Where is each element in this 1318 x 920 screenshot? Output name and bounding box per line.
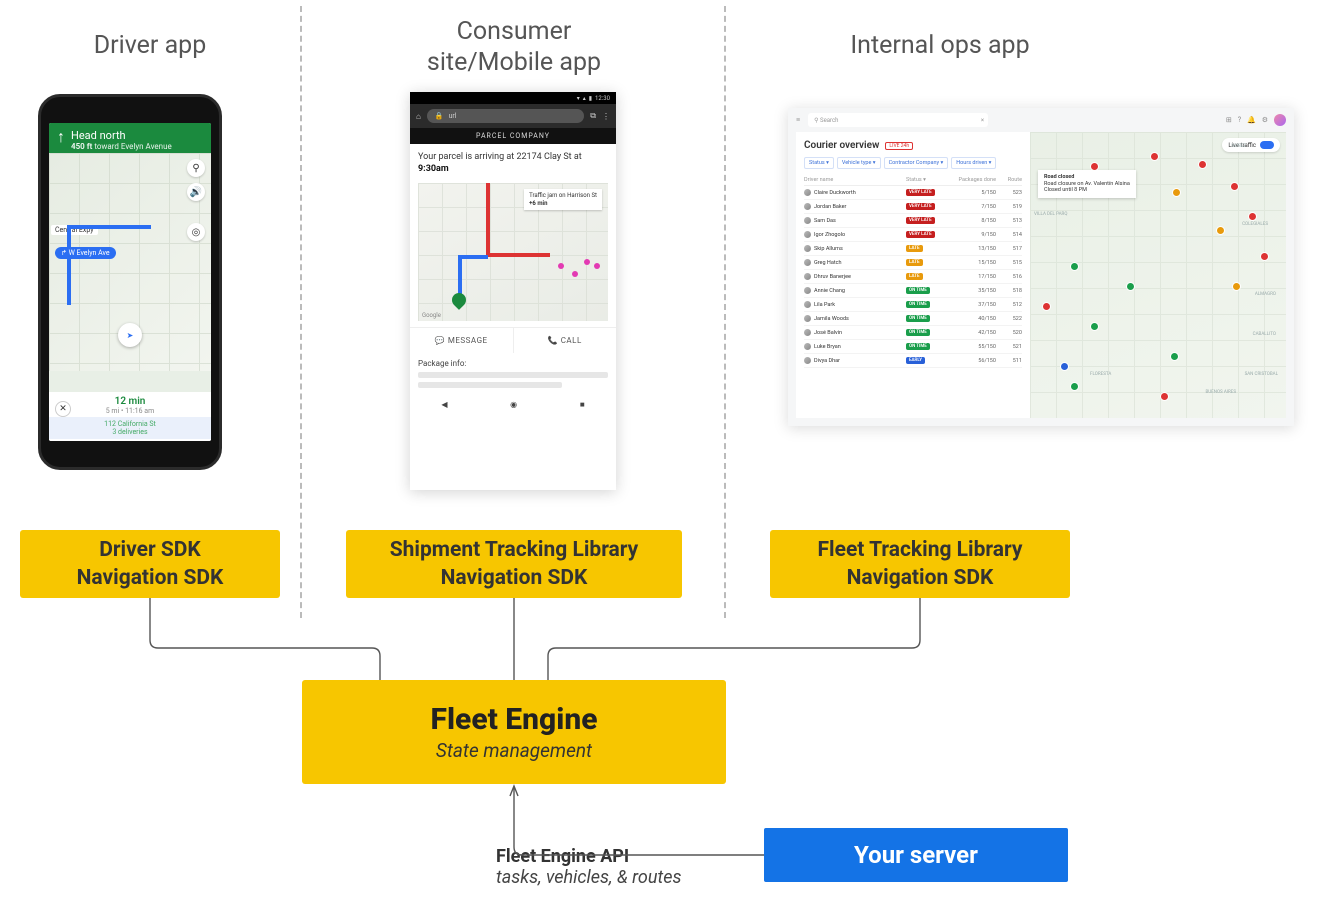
sound-icon[interactable]: 🔊 — [187, 183, 205, 201]
destination-pin-icon — [449, 290, 469, 310]
dest-line2: 3 deliveries — [49, 428, 211, 436]
url-field[interactable]: 🔒 url — [427, 109, 584, 123]
dest-line1: 112 California St — [49, 420, 211, 428]
message-button[interactable]: 💬 MESSAGE — [410, 328, 513, 353]
filter-chip[interactable]: Vehicle type ▾ — [837, 157, 881, 169]
table-row[interactable]: Annie ChangON TIME35/150518 — [804, 284, 1022, 298]
map-label: CABALLITO — [1253, 332, 1276, 337]
table-row[interactable]: Dhruv BanerjeeLATE17/150516 — [804, 270, 1022, 284]
search-input[interactable]: ⚲ Search × — [808, 113, 988, 127]
search-icon[interactable]: ⚲ — [187, 159, 205, 177]
map-label: NUÑEZ — [1231, 144, 1246, 149]
nav-recent-icon[interactable]: ■ — [580, 400, 585, 409]
call-icon: 📞 — [548, 336, 558, 345]
road-closed-tip: Road closed Road closure on Av. Valentín… — [1038, 170, 1136, 198]
driver-phone: ↑ Head north 450 ft toward Evelyn Avenue… — [38, 94, 222, 470]
map-label: COLEGIALES — [1242, 222, 1268, 227]
column-title-ops: Internal ops app — [800, 30, 1080, 61]
nav-street: toward Evelyn Avenue — [94, 142, 171, 151]
close-trip-button[interactable]: ✕ — [55, 401, 71, 417]
table-row[interactable]: Skip AllumsLATE13/150517 — [804, 242, 1022, 256]
consumer-sdk-box: Shipment Tracking LibraryNavigation SDK — [346, 530, 682, 598]
consumer-phone: ▾▴▮12:30 ⌂ 🔒 url ⧉ ⋮ PARCEL COMPANY Your… — [410, 92, 616, 490]
eta-time: 12 min — [49, 396, 211, 407]
status-bar: ▾▴▮12:30 — [410, 92, 616, 104]
filter-chip[interactable]: Hours driven ▾ — [951, 157, 996, 169]
traffic-tip: Traffic jam on Harrison St +6 min — [524, 189, 602, 209]
street-chip: ↱ W Evelyn Ave — [55, 247, 116, 259]
fleet-engine-box: Fleet Engine State management — [302, 680, 726, 784]
trip-summary: ✕ 12 min 5 mi • 11:16 am 112 California … — [49, 392, 211, 441]
arrival-notice: Your parcel is arriving at 22174 Clay St… — [410, 144, 616, 183]
driver-sdk-box: Driver SDKNavigation SDK — [20, 530, 280, 598]
help-icon[interactable]: ? — [1238, 116, 1241, 124]
column-title-consumer: Consumer site/Mobile app — [414, 16, 614, 79]
arrow-up-icon: ↑ — [57, 129, 65, 145]
divider-2 — [724, 6, 726, 618]
table-row[interactable]: Greg HatchLATE15/150515 — [804, 256, 1022, 270]
gear-icon[interactable]: ⚙ — [1262, 116, 1268, 124]
your-server-box: Your server — [764, 828, 1068, 882]
map-label: VILLA DEL PARQ — [1034, 212, 1067, 217]
clear-icon[interactable]: × — [981, 117, 984, 124]
table-row[interactable]: Jordan BakerVERY LATE7/150519 — [804, 200, 1022, 214]
nav-back-icon[interactable]: ◀ — [441, 400, 447, 409]
table-row[interactable]: Sam DasVERY LATE8/150513 — [804, 214, 1022, 228]
nav-home-icon[interactable]: ◉ — [510, 400, 517, 409]
table-row[interactable]: Igor ZhogoloVERY LATE9/150514 — [804, 228, 1022, 242]
nav-distance: 450 ft — [71, 142, 92, 151]
lock-icon: 🔒 — [435, 112, 444, 120]
tab-icon[interactable]: ⧉ — [590, 111, 596, 121]
driver-map: ⚲ 🔊 ◎ Central Expy ↱ W Evelyn Ave ➤ — [49, 153, 211, 371]
table-row[interactable]: Lila ParkON TIME37/150512 — [804, 298, 1022, 312]
package-info-label: Package info: — [410, 353, 616, 368]
more-icon[interactable]: ⋮ — [602, 112, 610, 121]
nav-direction: Head north — [71, 129, 172, 142]
call-button[interactable]: 📞 CALL — [513, 328, 617, 353]
table-row[interactable]: Jamila WoodsON TIME40/150522 — [804, 312, 1022, 326]
search-placeholder: Search — [820, 117, 838, 124]
message-icon: 💬 — [435, 336, 445, 345]
placeholder-line — [418, 382, 562, 388]
location-cursor-icon: ➤ — [118, 323, 142, 347]
bell-icon[interactable]: 🔔 — [1247, 116, 1256, 124]
live-badge: LIVE 24h — [885, 142, 913, 150]
placeholder-line — [418, 372, 608, 378]
avatar[interactable] — [1274, 114, 1286, 126]
compass-icon[interactable]: ◎ — [187, 223, 205, 241]
table-row[interactable]: Claire DuckworthVERY LATE5/150523 — [804, 186, 1022, 200]
ops-title: Courier overview LIVE 24h — [804, 140, 1022, 151]
apps-icon[interactable]: ⊞ — [1226, 116, 1232, 124]
menu-icon[interactable]: ≡ — [796, 116, 800, 124]
filter-chip[interactable]: Status ▾ — [804, 157, 834, 169]
table-row[interactable]: Divya DharEARLY56/150511 — [804, 354, 1022, 368]
android-nav-bar: ◀ ◉ ■ — [410, 392, 616, 415]
filter-chip[interactable]: Contractor Company ▾ — [884, 157, 949, 169]
divider-1 — [300, 6, 302, 618]
table-row[interactable]: José BalvinON TIME42/150520 — [804, 326, 1022, 340]
map-label: ALMAGRO — [1255, 292, 1276, 297]
site-header: PARCEL COMPANY — [410, 128, 616, 144]
ops-sdk-box: Fleet Tracking LibraryNavigation SDK — [770, 530, 1070, 598]
table-row[interactable]: Luke BryanON TIME55/150521 — [804, 340, 1022, 354]
google-watermark: Google — [422, 312, 441, 319]
fleet-engine-api-label: Fleet Engine API tasks, vehicles, & rout… — [496, 846, 681, 888]
eta-sub: 5 mi • 11:16 am — [49, 407, 211, 415]
map-label: FLORESTA — [1090, 372, 1111, 377]
home-icon[interactable]: ⌂ — [416, 112, 421, 121]
table-header: Driver nameStatus ▾Packages doneRoute — [804, 175, 1022, 186]
map-label: SAN CRISTOBAL — [1245, 372, 1278, 377]
status-time: 12:30 — [595, 95, 610, 102]
ops-app: ≡ ⚲ Search × ⊞ ? 🔔 ⚙ Courier overview LI… — [788, 108, 1294, 426]
column-title-driver: Driver app — [60, 30, 240, 61]
url-bar: ⌂ 🔒 url ⧉ ⋮ — [410, 104, 616, 128]
search-icon: ⚲ — [814, 117, 818, 124]
consumer-map: Traffic jam on Harrison St +6 min Google — [418, 183, 608, 321]
map-label: BUENOS AIRES — [1205, 390, 1236, 395]
url-text: url — [449, 112, 457, 120]
ops-map: Live traffic Road closed Road closure on… — [1030, 132, 1286, 418]
